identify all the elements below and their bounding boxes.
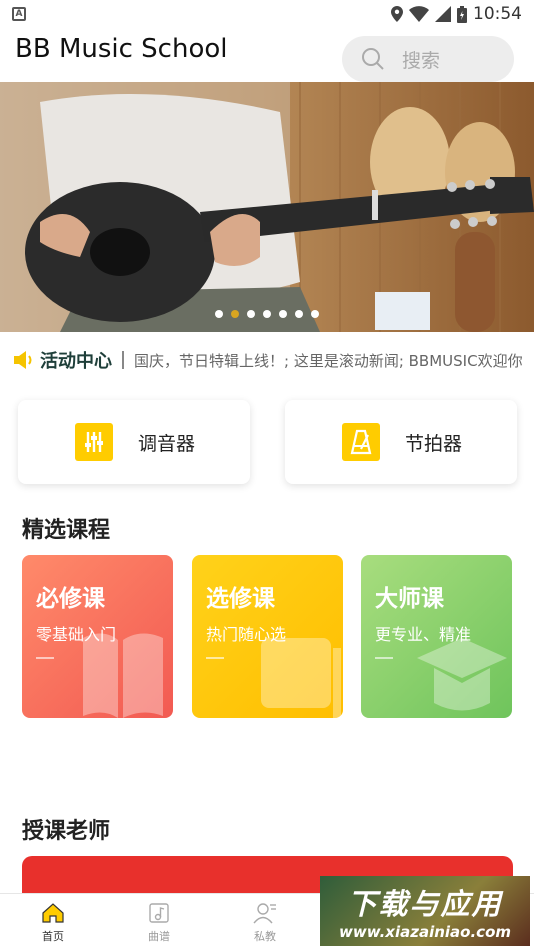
- divider: [375, 657, 393, 659]
- battery-icon: [457, 5, 467, 23]
- watermark-url: www.xiazainiao.com: [338, 923, 512, 941]
- divider: [206, 657, 224, 659]
- carousel-dots[interactable]: [0, 310, 534, 318]
- announcement-bar[interactable]: 活动中心 国庆，节日特辑上线！; 这里是滚动新闻; BBMUSIC欢迎你: [0, 338, 534, 382]
- tuner-card[interactable]: 调音器: [18, 400, 250, 484]
- metronome-card[interactable]: 节拍器: [285, 400, 517, 484]
- carousel-dot[interactable]: [215, 310, 223, 318]
- course-card-required[interactable]: 必修课 零基础入门: [22, 555, 173, 718]
- course-card-master[interactable]: 大师课 更专业、精准: [361, 555, 512, 718]
- divider: [36, 657, 54, 659]
- tab-tutor[interactable]: 私教: [212, 894, 318, 950]
- carousel-dot[interactable]: [263, 310, 271, 318]
- carousel-dot[interactable]: [279, 310, 287, 318]
- carousel-dot[interactable]: [231, 310, 239, 318]
- featured-courses-title: 精选课程: [22, 518, 111, 543]
- home-icon: [42, 903, 64, 923]
- tutor-icon: [253, 903, 276, 924]
- course-card-elective[interactable]: 选修课 热门随心选: [192, 555, 343, 718]
- app-title: BB Music School: [15, 34, 228, 64]
- signal-icon: [435, 6, 451, 22]
- banner-carousel[interactable]: [0, 82, 534, 332]
- notification-a-icon: A: [12, 7, 26, 21]
- tuner-icon: [75, 423, 113, 461]
- tab-label: 私教: [254, 930, 276, 943]
- carousel-dot[interactable]: [295, 310, 303, 318]
- speaker-icon: [14, 351, 32, 369]
- tab-label: 曲谱: [148, 930, 170, 943]
- search-box[interactable]: 搜索: [342, 36, 514, 82]
- search-placeholder: 搜索: [402, 49, 441, 72]
- wifi-icon: [409, 6, 429, 22]
- carousel-dot[interactable]: [247, 310, 255, 318]
- course-title: 必修课: [36, 586, 105, 612]
- metronome-icon: [342, 423, 380, 461]
- course-title: 选修课: [206, 586, 275, 612]
- graduation-cap-icon: [417, 638, 507, 711]
- banner-image: [0, 82, 534, 332]
- carousel-dot[interactable]: [311, 310, 319, 318]
- location-icon: [391, 6, 403, 22]
- search-icon: [362, 48, 384, 70]
- metronome-label: 节拍器: [405, 432, 463, 455]
- watermark-logo: 下载与应用 www.xiazainiao.com: [320, 876, 530, 946]
- divider: [122, 351, 124, 369]
- tab-label: 首页: [42, 930, 64, 943]
- announcement-text: 国庆，节日特辑上线！; 这里是滚动新闻; BBMUSIC欢迎你: [134, 351, 523, 370]
- announcement-title: 活动中心: [40, 351, 112, 372]
- teachers-title: 授课老师: [22, 819, 111, 844]
- clock-time: 10:54: [473, 4, 522, 24]
- tab-home[interactable]: 首页: [0, 894, 106, 950]
- course-title: 大师课: [375, 586, 444, 612]
- book-icon: [261, 638, 341, 718]
- sheet-music-icon: [149, 903, 169, 923]
- watermark-title: 下载与应用: [347, 887, 503, 921]
- tab-sheet-music[interactable]: 曲谱: [106, 894, 212, 950]
- app-header: BB Music School 搜索: [0, 28, 534, 82]
- status-bar: A 10:54: [0, 0, 534, 28]
- book-open-icon: [83, 633, 163, 718]
- tuner-label: 调音器: [138, 432, 196, 455]
